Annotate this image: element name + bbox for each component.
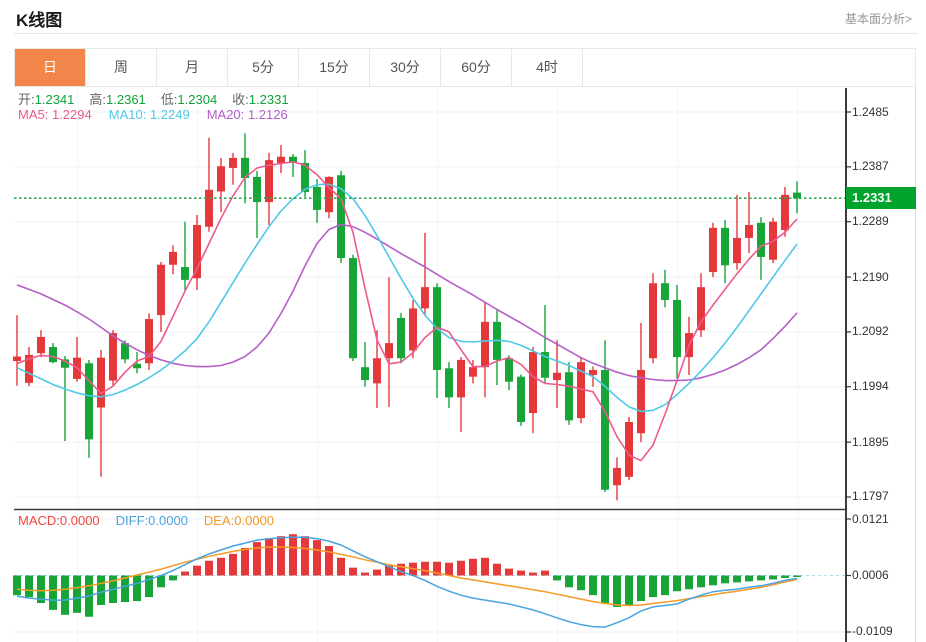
price-tick-7: 1.1797 xyxy=(852,489,889,504)
page-title: K线图 xyxy=(16,11,63,30)
fundamental-analysis-link[interactable]: 基本面分析> xyxy=(845,10,912,27)
current-price-badge: 1.2331 xyxy=(846,187,916,209)
period-tab-bar: 日周月 5分 15分 30分 60分 4时 xyxy=(14,48,916,87)
tab-month[interactable]: 月 xyxy=(157,49,228,86)
kline-chart-canvas[interactable] xyxy=(0,0,926,642)
price-tick-2: 1.2289 xyxy=(852,214,889,229)
price-tick-4: 1.2092 xyxy=(852,324,889,339)
kline-page: K线图 基本面分析> 日周月 5分 15分 30分 60分 4时 开:1.2341 高:1… xyxy=(0,0,926,642)
tab-day[interactable]: 日 xyxy=(15,49,86,86)
price-tick-3: 1.2190 xyxy=(852,269,889,284)
tab-60min[interactable]: 60分 xyxy=(441,49,512,86)
header-divider xyxy=(14,33,918,34)
tab-30min[interactable]: 30分 xyxy=(370,49,441,86)
price-tick-0: 1.2485 xyxy=(852,104,889,119)
price-tick-5: 1.1994 xyxy=(852,379,889,394)
price-tick-1: 1.2387 xyxy=(852,159,889,174)
tab-4hour[interactable]: 4时 xyxy=(512,49,583,86)
macd-tick-0: 0.0121 xyxy=(852,511,889,526)
price-tick-6: 1.1895 xyxy=(852,434,889,449)
tab-bar-filler xyxy=(583,49,915,86)
macd-tick-1: 0.0006 xyxy=(852,568,889,582)
macd-tick-2: -0.0109 xyxy=(852,624,893,639)
tab-week[interactable]: 周 xyxy=(86,49,157,86)
tab-5min[interactable]: 5分 xyxy=(228,49,299,86)
tab-15min[interactable]: 15分 xyxy=(299,49,370,86)
